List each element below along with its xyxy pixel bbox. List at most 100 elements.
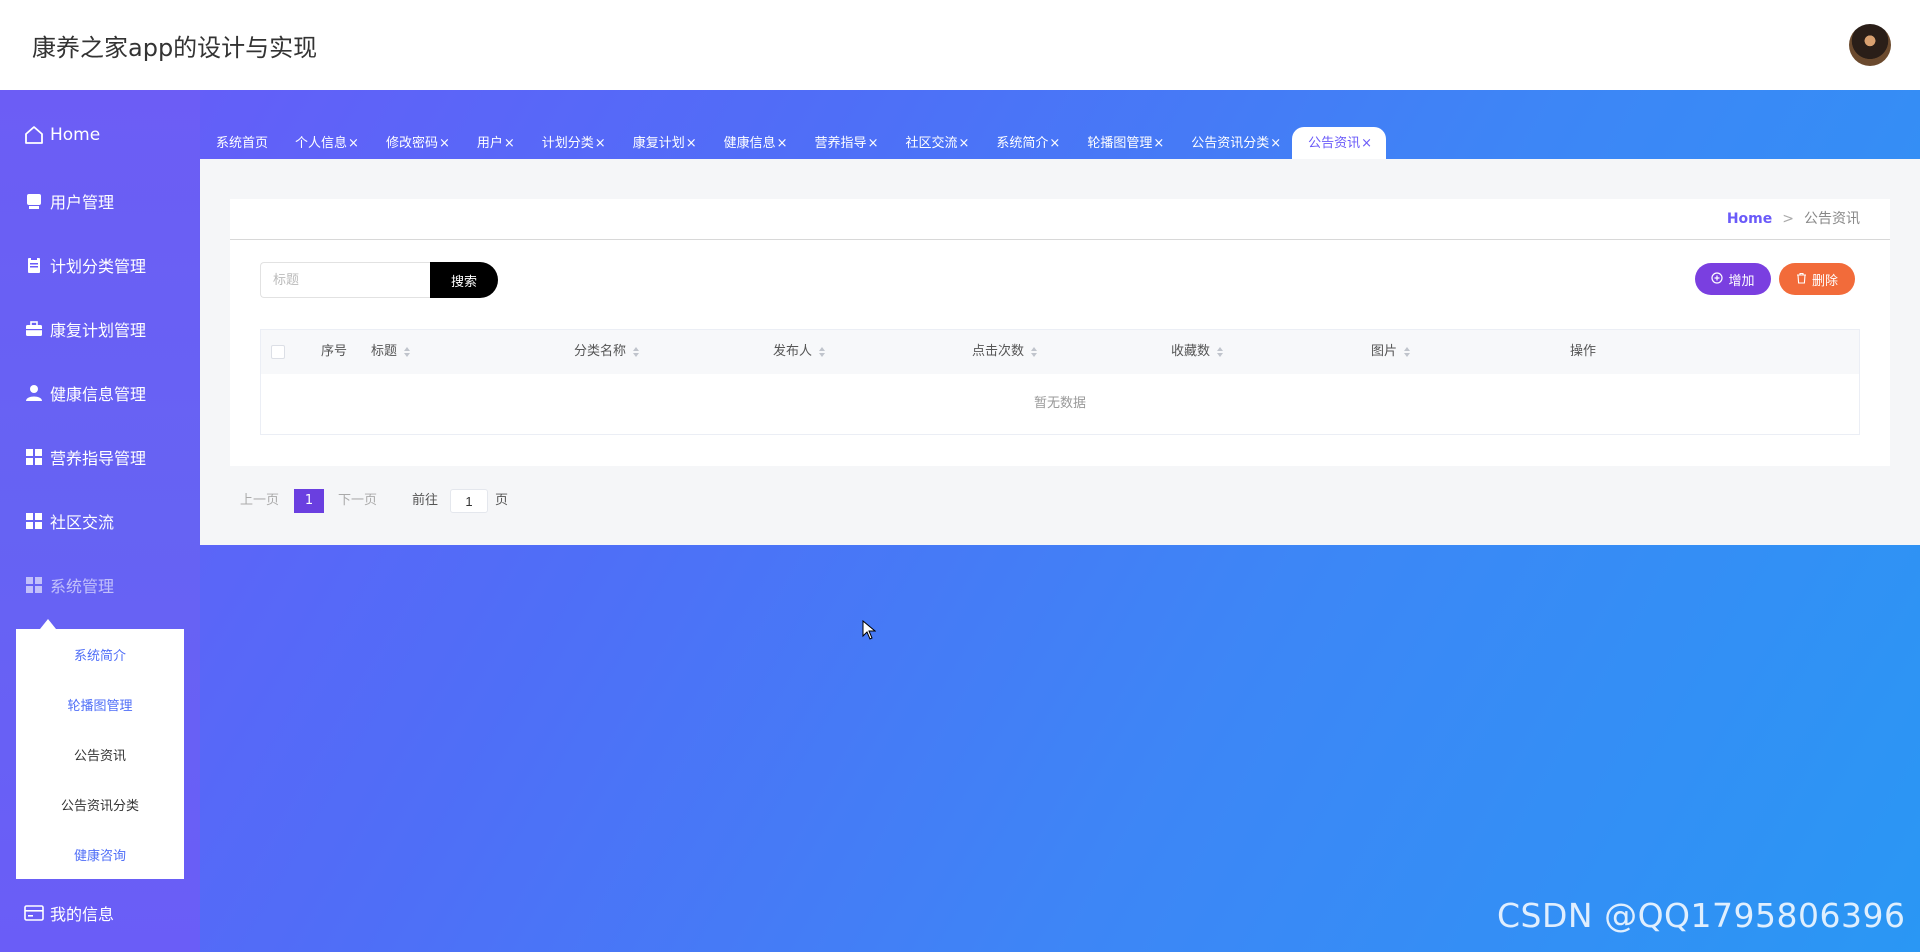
watermark: CSDN @QQ1795806396	[1497, 896, 1906, 935]
sidebar-item-users[interactable]: 用户管理	[24, 186, 114, 216]
tab-change-password[interactable]: 修改密码×	[370, 127, 461, 159]
search-title-input[interactable]	[260, 262, 432, 298]
sidebar-item-plan-category[interactable]: 计划分类管理	[24, 250, 146, 280]
tab-home[interactable]: 系统首页	[200, 127, 279, 159]
next-page-button[interactable]: 下一页	[338, 489, 377, 513]
column-header-category[interactable]: 分类名称	[574, 330, 640, 374]
top-header: 康养之家app的设计与实现	[0, 0, 1920, 90]
breadcrumb-separator: >	[1782, 211, 1794, 227]
tab-health-info[interactable]: 健康信息×	[708, 127, 799, 159]
tab-plan-category[interactable]: 计划分类×	[526, 127, 617, 159]
select-all-checkbox[interactable]	[271, 345, 285, 359]
prev-page-button[interactable]: 上一页	[240, 489, 279, 513]
close-icon[interactable]: ×	[777, 136, 788, 151]
sort-icon[interactable]	[1216, 346, 1224, 358]
clipboard-icon	[24, 255, 44, 275]
submenu-item-system-intro[interactable]: 系统简介	[16, 645, 184, 664]
sort-icon[interactable]	[818, 346, 826, 358]
submenu-item-announcement-category[interactable]: 公告资讯分类	[16, 795, 184, 814]
sort-icon[interactable]	[632, 346, 640, 358]
close-icon[interactable]: ×	[1361, 136, 1372, 151]
goto-label: 前往	[412, 493, 439, 508]
close-icon[interactable]: ×	[868, 136, 879, 151]
close-icon[interactable]: ×	[439, 136, 450, 151]
tab-nutrition[interactable]: 营养指导×	[799, 127, 890, 159]
tab-announcement-category[interactable]: 公告资讯分类×	[1175, 127, 1292, 159]
sidebar-item-community[interactable]: 社区交流	[24, 506, 114, 536]
sidebar-item-label: 用户管理	[50, 193, 115, 212]
column-header-favorites[interactable]: 收藏数	[1171, 330, 1224, 374]
table-header: 序号 标题 分类名称 发布人 点击次数 收藏数 图片 操作	[261, 330, 1859, 374]
sidebar-item-label: Home	[50, 125, 101, 145]
tab-announcements[interactable]: 公告资讯×	[1292, 127, 1387, 159]
sidebar-item-home[interactable]: Home	[24, 120, 100, 150]
tab-carousel[interactable]: 轮播图管理×	[1071, 127, 1175, 159]
tab-bar: 系统首页 个人信息× 修改密码× 用户× 计划分类× 康复计划× 健康信息× 营…	[200, 127, 1387, 159]
sidebar-item-nutrition[interactable]: 营养指导管理	[24, 442, 146, 472]
column-header-publisher[interactable]: 发布人	[773, 330, 826, 374]
search-button[interactable]: 搜索	[430, 262, 498, 298]
user-card-icon	[24, 191, 44, 211]
home-icon	[24, 125, 44, 145]
column-header-clicks[interactable]: 点击次数	[972, 330, 1038, 374]
submenu-item-health-consult[interactable]: 健康咨询	[16, 845, 184, 864]
sidebar-item-my-info[interactable]: 我的信息	[24, 898, 114, 928]
app-title: 康养之家app的设计与实现	[32, 34, 318, 62]
close-icon[interactable]: ×	[1153, 136, 1164, 151]
sidebar-item-label: 营养指导管理	[50, 449, 147, 468]
add-button[interactable]: 增加	[1695, 263, 1771, 295]
content-panel: Home > 公告资讯 搜索 增加 删除 序号 标题 分类名称 发布人 点击次数	[200, 159, 1920, 545]
sidebar-item-rehab-plan[interactable]: 康复计划管理	[24, 314, 146, 344]
add-button-label: 增加	[1728, 272, 1755, 288]
wallet-icon	[24, 903, 44, 923]
column-header-index: 序号	[321, 344, 348, 359]
sidebar-item-system[interactable]: 系统管理	[24, 570, 114, 600]
sidebar-item-label: 康复计划管理	[50, 321, 147, 340]
trash-icon	[1796, 272, 1807, 287]
briefcase-icon	[24, 319, 44, 339]
main-card: Home > 公告资讯 搜索 增加 删除 序号 标题 分类名称 发布人 点击次数	[230, 199, 1890, 466]
column-header-title[interactable]: 标题	[371, 330, 411, 374]
breadcrumb-current: 公告资讯	[1804, 211, 1860, 227]
divider	[230, 239, 1890, 240]
grid-icon	[24, 511, 44, 531]
person-icon	[24, 383, 44, 403]
sort-icon[interactable]	[1030, 346, 1038, 358]
tab-system-intro[interactable]: 系统简介×	[980, 127, 1071, 159]
sidebar-item-label: 我的信息	[50, 905, 115, 924]
sidebar-item-label: 社区交流	[50, 513, 115, 532]
sidebar-item-label: 计划分类管理	[50, 257, 147, 276]
system-submenu: 系统简介 轮播图管理 公告资讯 公告资讯分类 健康咨询	[16, 619, 184, 879]
sidebar-item-health-info[interactable]: 健康信息管理	[24, 378, 146, 408]
breadcrumb-home[interactable]: Home	[1727, 211, 1772, 227]
sort-icon[interactable]	[1403, 346, 1411, 358]
goto-page-input[interactable]	[450, 489, 488, 513]
submenu-item-carousel[interactable]: 轮播图管理	[16, 695, 184, 714]
delete-button-label: 删除	[1811, 272, 1838, 288]
close-icon[interactable]: ×	[595, 136, 606, 151]
data-table: 序号 标题 分类名称 发布人 点击次数 收藏数 图片 操作 暂无数据	[260, 329, 1860, 435]
tab-rehab-plan[interactable]: 康复计划×	[617, 127, 708, 159]
user-avatar[interactable]	[1849, 24, 1891, 66]
close-icon[interactable]: ×	[958, 136, 969, 151]
page-suffix: 页	[495, 493, 509, 508]
page-number-1[interactable]: 1	[294, 489, 324, 513]
sort-icon[interactable]	[403, 346, 411, 358]
mouse-cursor-icon	[862, 619, 877, 644]
close-icon[interactable]: ×	[504, 136, 515, 151]
tab-profile[interactable]: 个人信息×	[279, 127, 370, 159]
close-icon[interactable]: ×	[1270, 136, 1281, 151]
grid-icon	[24, 575, 44, 595]
submenu-item-announcements[interactable]: 公告资讯	[16, 745, 184, 764]
close-icon[interactable]: ×	[1049, 136, 1060, 151]
tab-community[interactable]: 社区交流×	[889, 127, 980, 159]
close-icon[interactable]: ×	[348, 136, 359, 151]
delete-button[interactable]: 删除	[1779, 263, 1855, 295]
breadcrumb: Home > 公告资讯	[1727, 199, 1860, 239]
column-header-image[interactable]: 图片	[1371, 330, 1411, 374]
plus-circle-icon	[1711, 271, 1724, 287]
sidebar-item-label: 系统管理	[50, 577, 115, 596]
tab-users[interactable]: 用户×	[461, 127, 526, 159]
sidebar-item-label: 健康信息管理	[50, 385, 147, 404]
close-icon[interactable]: ×	[686, 136, 697, 151]
